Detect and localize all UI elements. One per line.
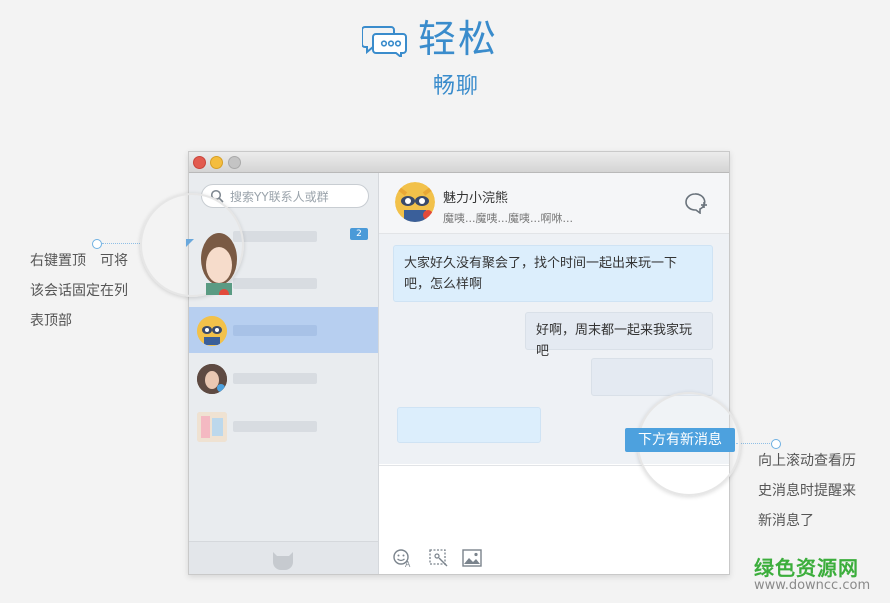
svg-text:A: A [405,560,411,567]
message-bubble-outgoing[interactable] [591,358,713,396]
raccoon-avatar [197,316,227,346]
message-bubble-outgoing[interactable]: 好啊，周末都一起来我家玩吧 [525,312,713,359]
yy-mascot-icon[interactable] [269,548,297,570]
callout-new-message: 向上滚动查看历 史消息时提醒来 新消息了 [758,446,878,536]
callout-line: 右键置顶 可将 [30,253,128,269]
hero-section: 轻松 畅聊 [0,0,890,110]
add-chat-icon[interactable] [684,192,708,214]
search-icon [210,189,224,203]
contact-item[interactable] [189,355,378,401]
minimize-window-button[interactable] [210,156,223,169]
contact-name-placeholder [233,325,317,336]
callout-dot [92,239,102,249]
callout-line: 新消息了 [758,513,814,529]
callout-line: 表顶部 [30,313,72,329]
callout-pin-to-top: 右键置顶 可将 该会话固定在列 表顶部 [30,246,150,336]
callout-line: 向上滚动查看历 [758,453,856,469]
contact-item[interactable] [189,403,378,449]
chat-header: 魅力小浣熊 魔咦...魔咦...魔咦...啊咻... [379,173,729,234]
raccoon-avatar[interactable] [395,182,435,222]
chat-bubbles-icon [362,26,407,57]
window-titlebar[interactable] [189,152,729,173]
contact-item[interactable]: 2 [189,214,378,260]
screenshot-icon[interactable] [429,549,449,567]
close-window-button[interactable] [193,156,206,169]
search-input[interactable]: 搜索YY联系人或群 [201,184,369,208]
callout-line: 史消息时提醒来 [758,483,856,499]
message-bubble-incoming[interactable]: 大家好久没有聚会了，找个时间一起出来玩一下吧，怎么样啊 [393,245,713,302]
cartoon-avatar [197,412,227,442]
zoom-window-button[interactable] [228,156,241,169]
watermark-logo-text: 绿色资源网 [754,556,859,580]
sidebar-footer [189,541,378,574]
image-icon[interactable] [462,549,482,567]
hero-subtitle: 畅聊 [433,74,480,99]
chat-panel: 魅力小浣熊 魔咦...魔咦...魔咦...啊咻... 大家好久没有聚会了，找个时… [379,173,729,574]
contact-name-placeholder [233,278,317,289]
message-bubble-incoming[interactable] [397,407,541,443]
new-message-hint-button[interactable]: 下方有新消息 [625,428,735,452]
contact-name-placeholder [233,373,317,384]
chat-contact-name: 魅力小浣熊 [443,191,509,206]
message-composer[interactable]: A [379,465,729,574]
callout-connector [102,243,142,244]
chat-contact-status: 魔咦...魔咦...魔咦...啊咻... [443,212,573,225]
contact-name-placeholder [233,421,317,432]
unread-badge: 2 [350,228,368,240]
hero-title: 轻松 [418,17,499,61]
search-placeholder: 搜索YY联系人或群 [230,190,329,204]
contact-sidebar: 搜索YY联系人或群 2 [189,173,379,574]
emoji-icon[interactable]: A [393,549,413,567]
callout-connector [736,443,772,444]
callout-line: 该会话固定在列 [30,283,128,299]
contact-item[interactable] [189,260,378,306]
callout-dot [771,439,781,449]
watermark-url: www.downcc.com [754,578,871,593]
chat-window: 搜索YY联系人或群 2 魅力小浣熊 魔咦...魔咦...魔咦...啊咻... 大… [188,151,730,575]
contact-item-selected[interactable] [189,307,378,353]
contact-name-placeholder [233,231,317,242]
photo-avatar [197,364,227,394]
